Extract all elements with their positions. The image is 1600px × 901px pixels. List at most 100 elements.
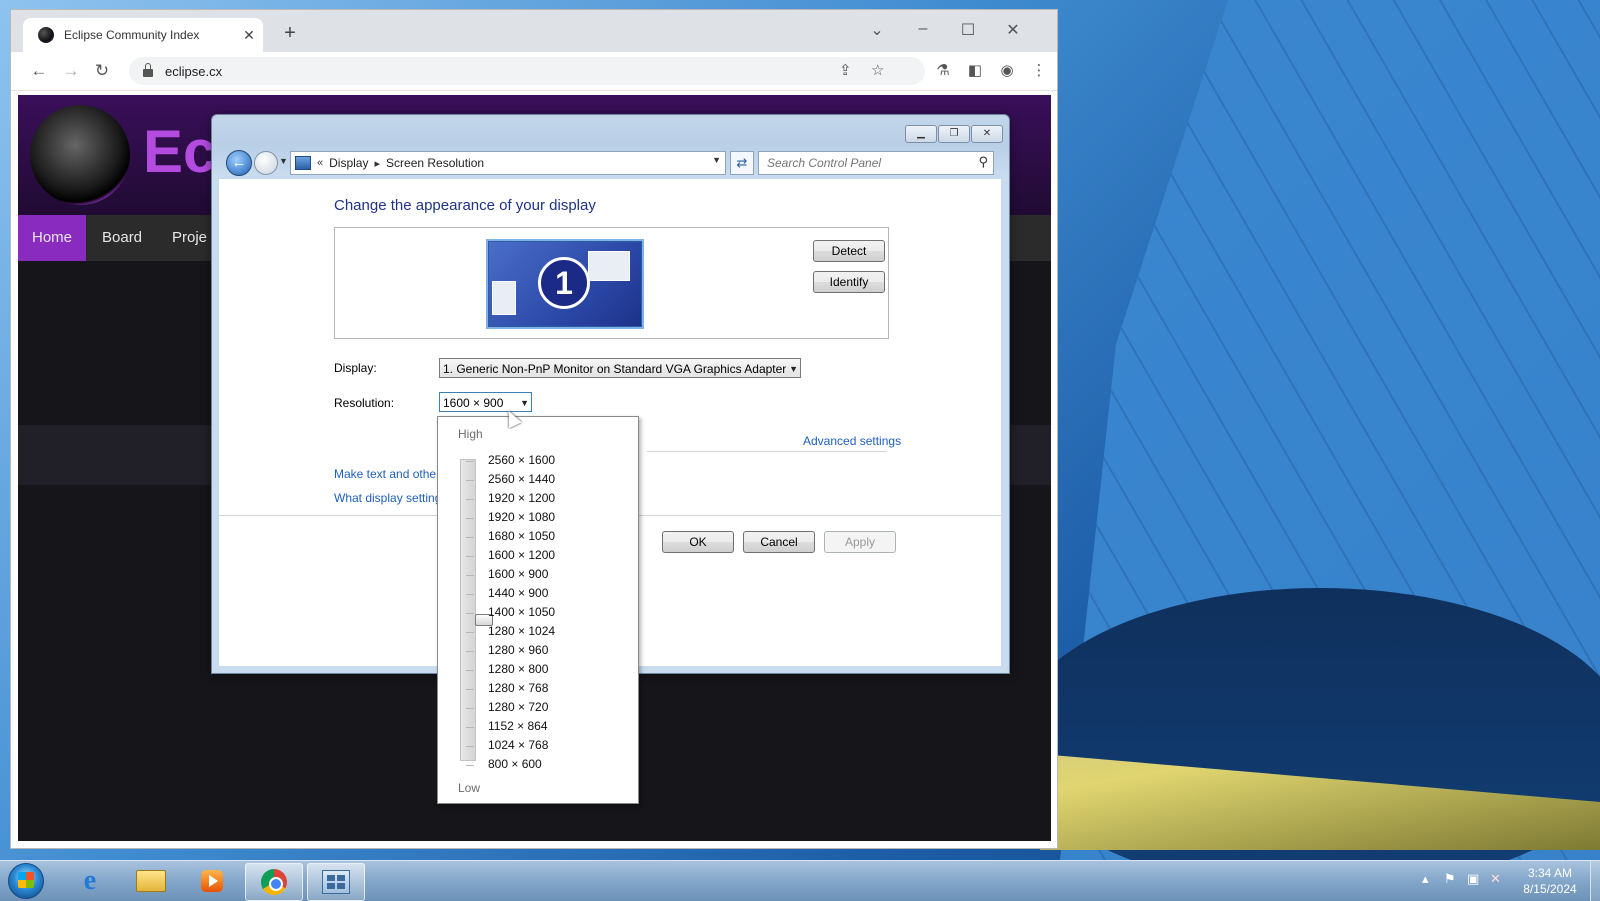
resolution-option[interactable]: 1600 × 1200 (465, 546, 555, 565)
forward-arrow-icon[interactable]: → (60, 60, 82, 82)
network-icon[interactable]: ▣ (1467, 871, 1479, 887)
clock-date: 8/15/2024 (1523, 882, 1577, 896)
monitor-icon[interactable]: 1 (486, 239, 644, 329)
close-window-button[interactable]: ✕ (998, 20, 1028, 40)
resolution-select-value: 1600 × 900 (443, 396, 504, 410)
cp-back-icon[interactable]: ← (226, 150, 252, 176)
site-logo-icon[interactable] (30, 105, 130, 205)
profile-avatar-icon[interactable]: ◉ (997, 61, 1017, 81)
address-bar[interactable]: eclipse.cx ⇪ ☆ (129, 57, 925, 85)
site-favicon-icon (38, 27, 54, 43)
resolution-option[interactable]: 1280 × 960 (465, 641, 555, 660)
display-select[interactable]: 1. Generic Non-PnP Monitor on Standard V… (439, 358, 801, 378)
identify-button[interactable]: Identify (813, 271, 885, 293)
resolution-option[interactable]: 1280 × 800 (465, 660, 555, 679)
breadcrumb-display[interactable]: Display (329, 156, 368, 170)
nav-board[interactable]: Board (88, 215, 156, 261)
monitor-preview-area: 1 Detect Identify (334, 227, 889, 339)
resolution-option[interactable]: 800 × 600 (465, 755, 555, 774)
cp-maximize-button[interactable]: ❐ (938, 125, 970, 143)
slider-low-label: Low (458, 781, 481, 795)
tab-close-icon[interactable]: ✕ (239, 27, 259, 44)
resolution-option[interactable]: 1280 × 720 (465, 698, 555, 717)
slider-high-label: High (458, 427, 483, 441)
share-icon[interactable]: ⇪ (839, 61, 852, 79)
menu-kebab-icon[interactable]: ⋮ (1029, 61, 1049, 81)
breadcrumb-overflow[interactable]: « (317, 157, 323, 169)
resolution-option[interactable]: 1280 × 1024 (465, 622, 555, 641)
page-title: Change the appearance of your display (334, 197, 596, 214)
search-icon[interactable]: ⚲ (978, 154, 988, 170)
url-text: eclipse.cx (165, 63, 223, 79)
resolution-option[interactable]: 1400 × 1050 (465, 603, 555, 622)
new-tab-button[interactable]: + (279, 22, 301, 45)
tab-search-chevron-icon[interactable]: ⌄ (862, 20, 892, 40)
browser-tab[interactable]: Eclipse Community Index ✕ (23, 18, 263, 52)
labs-flask-icon[interactable]: ⚗ (933, 61, 953, 81)
detect-button[interactable]: Detect (813, 240, 885, 262)
breadcrumb-screen-resolution[interactable]: Screen Resolution (386, 156, 484, 170)
ok-button[interactable]: OK (662, 531, 734, 553)
display-select-value: 1. Generic Non-PnP Monitor on Standard V… (443, 362, 787, 376)
show-hidden-icons-icon[interactable]: ▴ (1422, 871, 1429, 887)
cp-close-button[interactable]: ✕ (971, 125, 1003, 143)
resolution-option[interactable]: 1440 × 900 (465, 584, 555, 603)
advanced-settings-link[interactable]: Advanced settings (803, 434, 901, 448)
cp-search-input[interactable] (765, 152, 969, 174)
cp-minimize-button[interactable]: ▁ (905, 125, 937, 143)
resolution-slider-track[interactable] (460, 459, 493, 761)
resolution-option[interactable]: 1280 × 768 (465, 679, 555, 698)
resolution-option[interactable]: 1920 × 1080 (465, 508, 555, 527)
cp-search-box[interactable]: ⚲ (758, 151, 994, 175)
breadcrumb-separator-icon[interactable]: ▸ (374, 157, 380, 170)
divider (647, 451, 887, 452)
monitor-window-graphic (588, 251, 630, 281)
cp-address-bar: ← ▼ « Display ▸ Screen Resolution ▼ ⇄ ⚲ (220, 147, 1000, 177)
resolution-option[interactable]: 1920 × 1200 (465, 489, 555, 508)
chevron-down-icon[interactable]: ▼ (789, 359, 798, 379)
resolution-option[interactable]: 1680 × 1050 (465, 527, 555, 546)
show-desktop-button[interactable] (1590, 861, 1600, 901)
system-clock[interactable]: 3:34 AM 8/15/2024 (1510, 865, 1590, 897)
cancel-button[interactable]: Cancel (743, 531, 815, 553)
volume-muted-icon[interactable]: ✕ (1490, 871, 1501, 887)
site-logo-text: Ec (143, 118, 217, 185)
taskbar-media-player[interactable] (184, 863, 240, 899)
resolution-option[interactable]: 2560 × 1600 (465, 451, 555, 470)
nav-home[interactable]: Home (18, 215, 87, 261)
text-size-link[interactable]: Make text and other (334, 467, 440, 481)
breadcrumb-dropdown-icon[interactable]: ▼ (712, 155, 721, 165)
taskbar-file-explorer[interactable] (123, 863, 179, 899)
chevron-down-icon[interactable]: ▼ (520, 393, 529, 413)
resolution-options: 2560 × 1600 2560 × 1440 1920 × 1200 1920… (465, 451, 555, 774)
taskbar-internet-explorer[interactable]: e (62, 863, 118, 899)
taskbar-chrome[interactable] (245, 863, 303, 901)
resolution-option[interactable]: 1024 × 768 (465, 736, 555, 755)
side-panel-icon[interactable]: ◧ (965, 61, 985, 81)
resolution-option[interactable]: 1152 × 864 (465, 717, 555, 736)
breadcrumb[interactable]: « Display ▸ Screen Resolution ▼ (290, 151, 726, 175)
reload-icon[interactable]: ↻ (91, 60, 113, 82)
display-settings-help-link[interactable]: What display setting (334, 491, 441, 505)
cp-forward-icon[interactable] (254, 151, 278, 175)
back-arrow-icon[interactable]: ← (28, 60, 50, 82)
lock-icon[interactable] (143, 63, 153, 77)
resolution-option[interactable]: 2560 × 1440 (465, 470, 555, 489)
taskbar-control-panel[interactable] (307, 863, 365, 901)
minimize-button[interactable]: – (908, 20, 938, 38)
resolution-option-selected[interactable]: 1600 × 900 (465, 565, 555, 584)
media-player-icon (201, 870, 223, 892)
action-center-flag-icon[interactable]: ⚑ (1444, 871, 1456, 887)
control-panel-icon (295, 156, 311, 170)
resolution-label: Resolution: (334, 396, 395, 410)
clock-time: 3:34 AM (1527, 866, 1573, 880)
bookmark-star-icon[interactable]: ☆ (871, 61, 884, 79)
control-panel-icon (322, 870, 350, 894)
resolution-dropdown: High 2560 × 1600 2560 × 1440 1920 × 1200… (437, 416, 639, 804)
start-button[interactable] (8, 863, 44, 899)
cp-refresh-icon[interactable]: ⇄ (730, 151, 754, 175)
maximize-button[interactable]: ☐ (953, 20, 983, 40)
resolution-select[interactable]: 1600 × 900 ▼ (439, 392, 532, 412)
apply-button[interactable]: Apply (824, 531, 896, 553)
cp-history-dropdown-icon[interactable]: ▼ (279, 156, 288, 166)
